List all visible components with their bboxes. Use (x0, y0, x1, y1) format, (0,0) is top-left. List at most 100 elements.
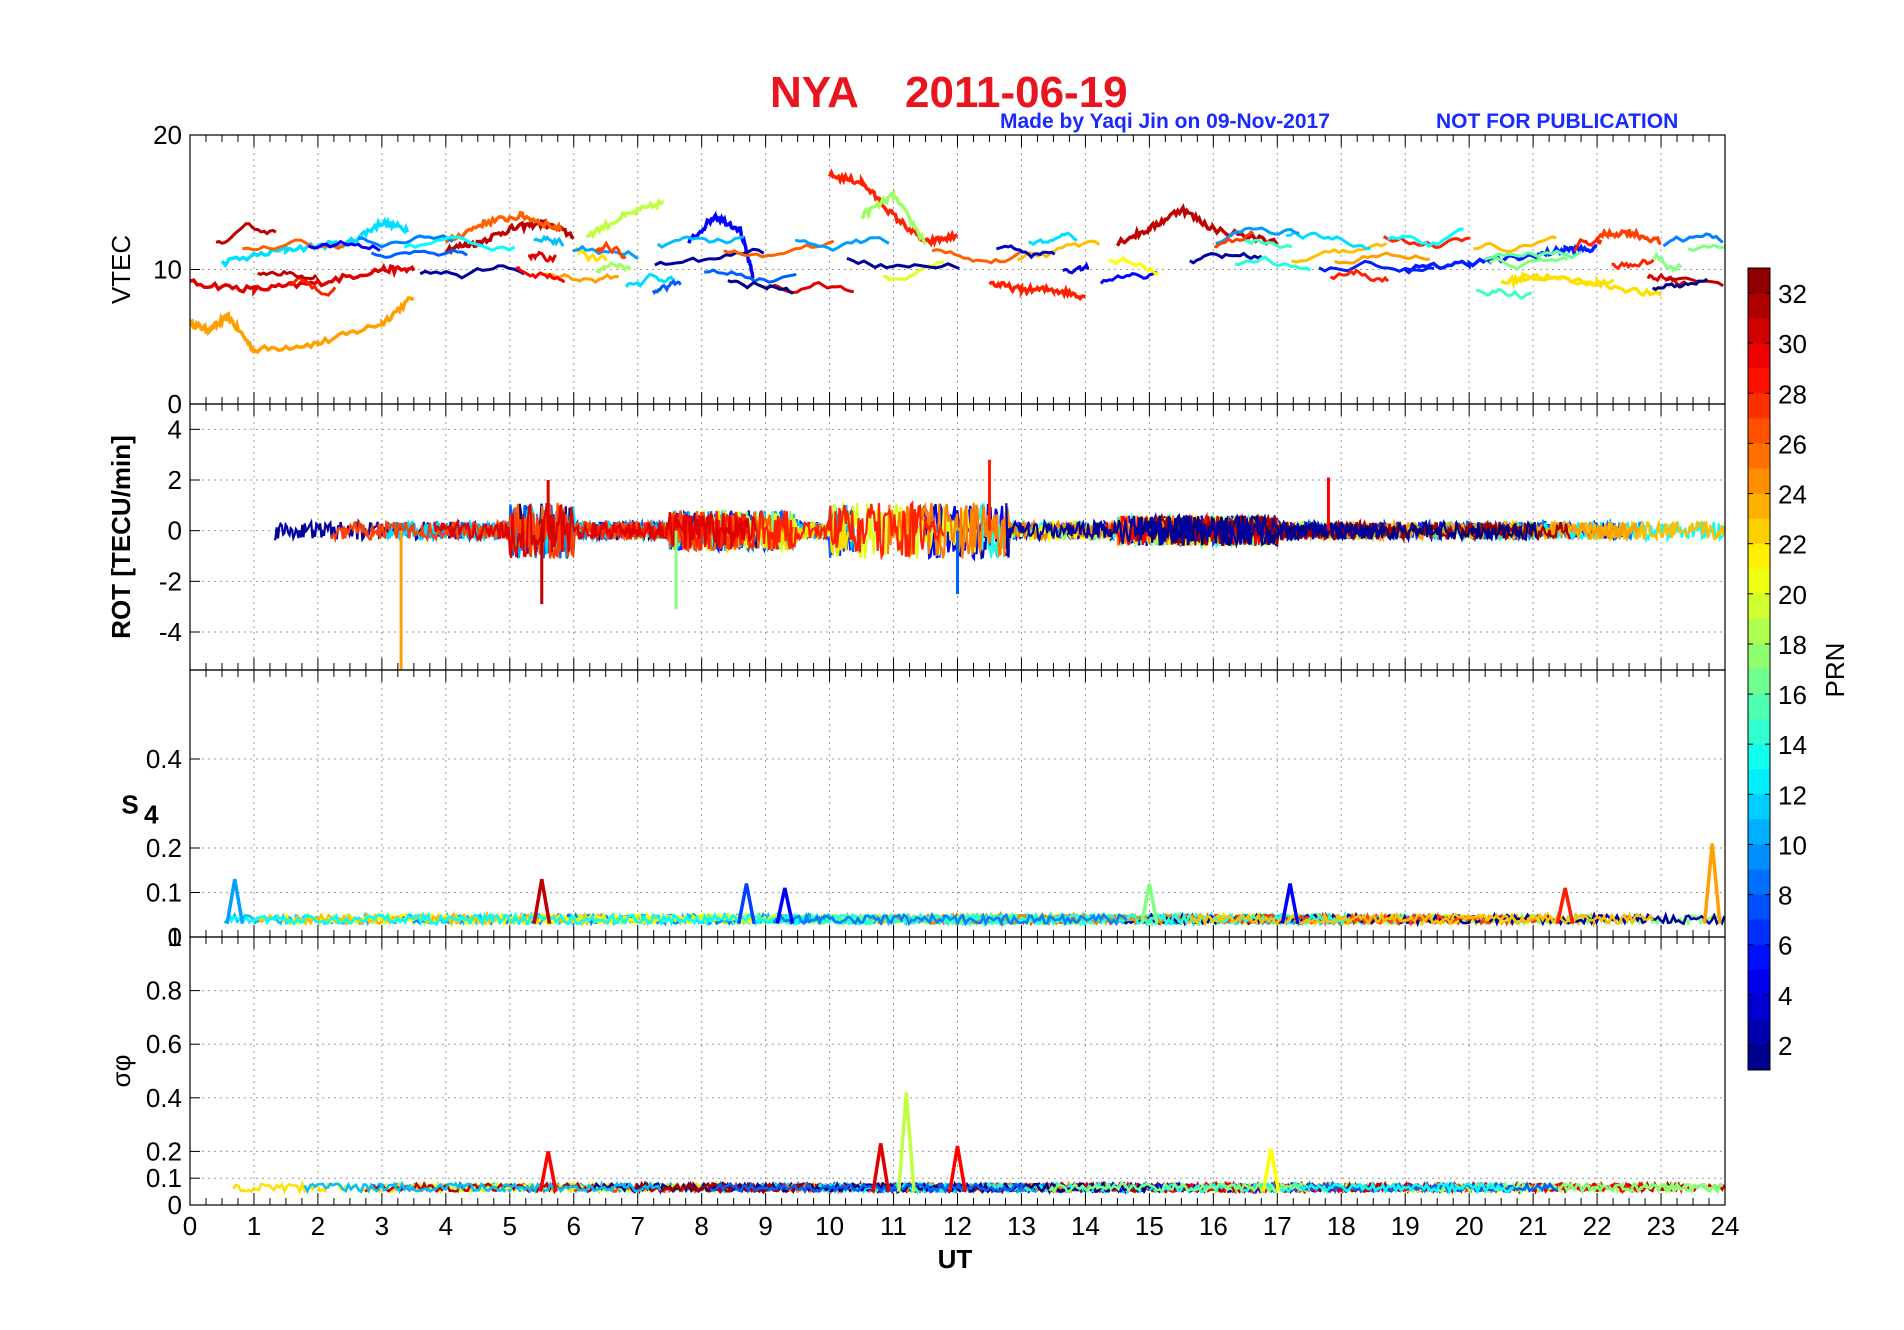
vtec-arc (215, 222, 277, 245)
colorbar-band (1748, 643, 1770, 670)
colorbar-band (1748, 894, 1770, 921)
x-tick-label: 2 (311, 1211, 325, 1241)
x-tick-label: 16 (1199, 1211, 1228, 1241)
x-tick-label: 5 (503, 1211, 517, 1241)
colorbar-tick-label: 8 (1778, 881, 1792, 911)
colorbar-tick-label: 24 (1778, 480, 1807, 510)
vtec-arc (651, 278, 682, 296)
vtec-arc (257, 269, 318, 281)
colorbar-band (1748, 543, 1770, 570)
colorbar-tick-label: 22 (1778, 530, 1807, 560)
x-tick-label: 4 (439, 1211, 453, 1241)
vtec-arc (1234, 255, 1312, 272)
vtec-arc (1028, 231, 1078, 247)
vtec-arc (1473, 235, 1557, 253)
colorbar-tick-label: 26 (1778, 429, 1807, 459)
colorbar-label: PRN (1820, 643, 1850, 698)
colorbar-tick-label: 6 (1778, 931, 1792, 961)
colorbar-band (1748, 518, 1770, 545)
vtec-series-prn-12 (220, 216, 410, 269)
x-tick-label: 6 (567, 1211, 581, 1241)
panel-1-data (274, 459, 1725, 670)
y-tick-label: -4 (159, 617, 182, 647)
colorbar-band (1748, 919, 1770, 946)
colorbar-band (1748, 694, 1770, 720)
x-tick-label: 10 (815, 1211, 844, 1241)
y-axis-label-sub: 4 (144, 800, 159, 830)
x-tick-label: 17 (1263, 1211, 1292, 1241)
colorbar-band (1748, 418, 1770, 444)
colorbar-band (1748, 343, 1770, 369)
colorbar-tick-label: 20 (1778, 580, 1807, 610)
y-tick-label: 20 (153, 120, 182, 150)
colorbar-band (1748, 268, 1770, 294)
vtec-arc (727, 279, 794, 295)
colorbar-band (1748, 719, 1770, 745)
colorbar-tick-label: 10 (1778, 830, 1807, 860)
vtec-arc (595, 261, 632, 274)
vtec-arc (419, 264, 525, 280)
colorbar-band (1748, 293, 1770, 319)
x-tick-label: 0 (183, 1211, 197, 1241)
vtec-arc (1652, 251, 1682, 273)
x-tick-label: 24 (1711, 1211, 1740, 1241)
colorbar-tick-label: 28 (1778, 379, 1807, 409)
y-tick-label: 0.1 (146, 878, 182, 908)
colorbar-band (1748, 844, 1770, 870)
panel-3-data (232, 1092, 1725, 1196)
colorbar-band (1748, 568, 1770, 595)
x-tick-label: 3 (375, 1211, 389, 1241)
colorbar-tick-label: 4 (1778, 981, 1792, 1011)
colorbar-band (1748, 944, 1770, 971)
y-tick-label: 0 (168, 1190, 182, 1220)
vtec-arc (794, 236, 890, 252)
y-axis-label: VTEC (106, 235, 136, 304)
colorbar-tick-label: 32 (1778, 279, 1807, 309)
vtec-arc (533, 234, 565, 248)
colorbar-band (1748, 969, 1770, 996)
x-tick-label: 7 (630, 1211, 644, 1241)
y-tick-label: 0.1 (146, 1163, 182, 1193)
y-tick-label: 1 (168, 922, 182, 952)
y-tick-label: 0.4 (146, 744, 182, 774)
colorbar-tick-label: 18 (1778, 630, 1807, 660)
colorbar-band (1748, 368, 1770, 394)
colorbar-band (1748, 618, 1770, 645)
colorbar-band (1748, 318, 1770, 344)
colorbar-tick-label: 16 (1778, 680, 1807, 710)
y-tick-label: 0.2 (146, 1136, 182, 1166)
colorbar: 2468101214161820222426283032 (1747, 267, 1807, 1071)
x-tick-label: 19 (1391, 1211, 1420, 1241)
vtec-arc (1291, 241, 1388, 264)
vtec-arc (1334, 251, 1430, 265)
vtec-arc (1611, 258, 1655, 271)
vtec-arc (656, 235, 745, 249)
colorbar-band (1748, 593, 1770, 620)
panels-layer: 01020VTEC-4-2024ROT [TECU/min]00.10.20.4… (106, 120, 1739, 1241)
panel-2-data (223, 843, 1725, 928)
colorbar-band (1748, 994, 1770, 1021)
credit-text: Made by Yaqi Jin on 09-Nov-2017 (1000, 110, 1330, 133)
vtec-arc (1475, 288, 1533, 300)
x-tick-label: 1 (247, 1211, 261, 1241)
x-tick-label: 21 (1519, 1211, 1548, 1241)
y-tick-label: -2 (159, 566, 182, 596)
colorbar-tick-label: 14 (1778, 730, 1807, 760)
vtec-arc (624, 272, 675, 289)
vtec-series-prn-24 (190, 296, 415, 355)
colorbar-band (1748, 1019, 1770, 1046)
vtec-series-prn-28 (988, 280, 1086, 302)
vtec-arc (1387, 227, 1464, 249)
vtec-series-prn-22 (1500, 270, 1663, 298)
x-tick-label: 23 (1647, 1211, 1676, 1241)
vtec-arc (1488, 256, 1569, 272)
x-tick-label: 18 (1327, 1211, 1356, 1241)
vtec-arc (1099, 270, 1159, 285)
scint-peak (896, 1092, 916, 1192)
colorbar-band (1748, 869, 1770, 896)
vtec-arc (723, 239, 835, 259)
scint-peak (1702, 843, 1722, 924)
x-axis-label: UT (938, 1244, 973, 1274)
colorbar-tick-label: 2 (1778, 1031, 1792, 1061)
vtec-arc (1243, 238, 1293, 250)
